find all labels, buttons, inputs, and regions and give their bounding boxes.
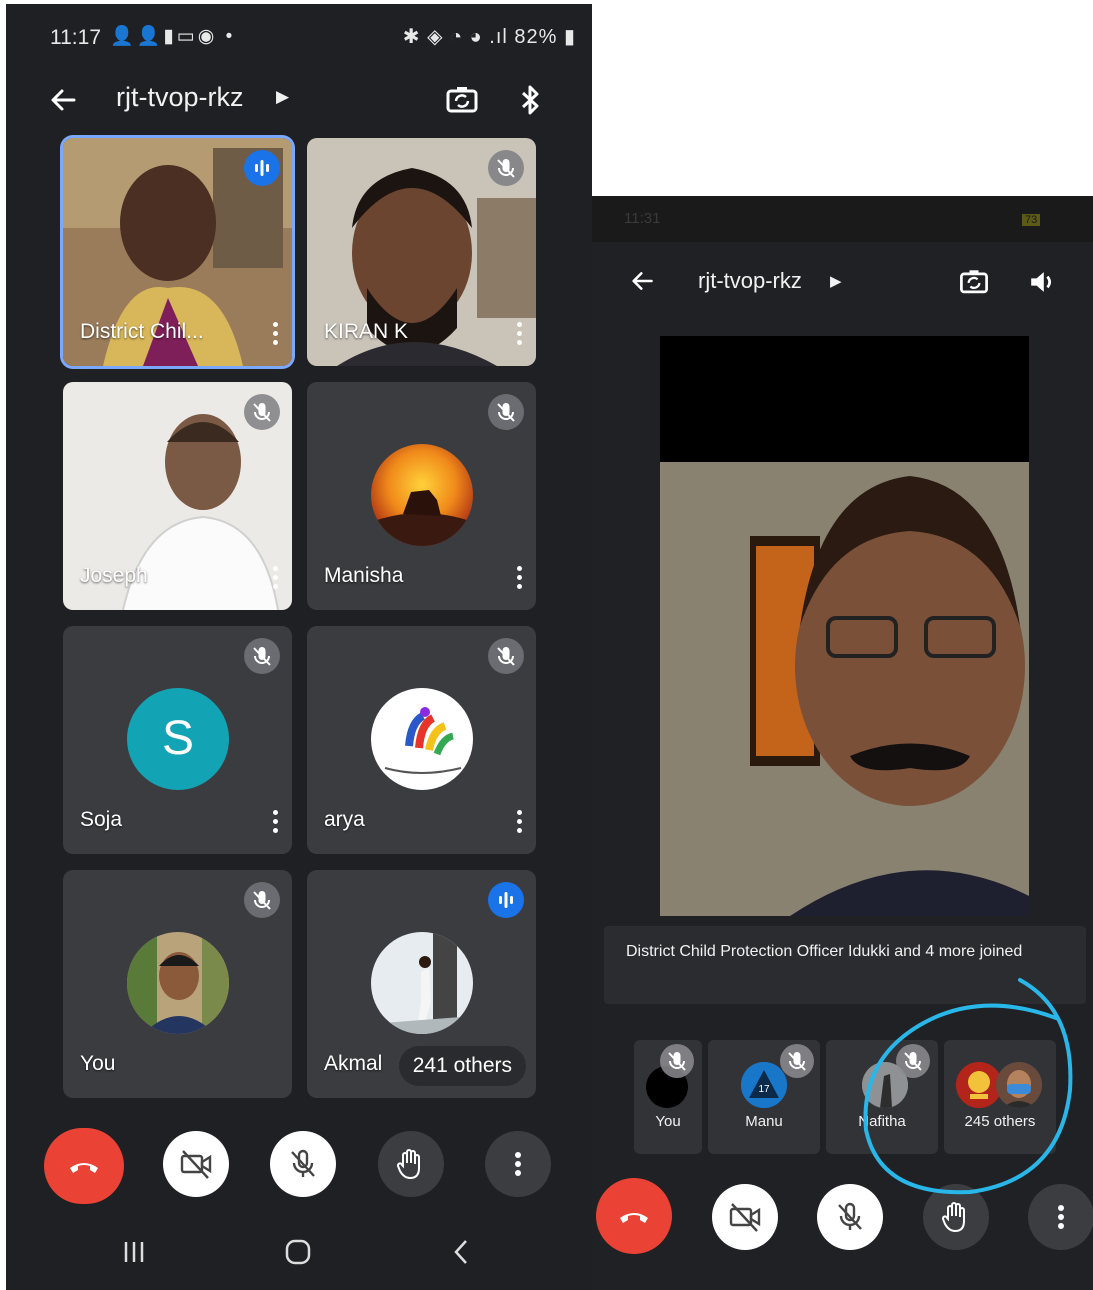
avatar [371, 932, 473, 1034]
more-options-icon[interactable] [514, 322, 524, 348]
switch-camera-icon[interactable] [442, 80, 482, 120]
hang-up-icon [70, 1163, 98, 1173]
participant-name: KIRAN K [324, 320, 409, 343]
status-bar: 11:17 👤👤▮▭◉ • ✱ ◈ ◔ ◕ .ıl 82% ▮ [6, 4, 592, 66]
more-options-button[interactable] [1028, 1184, 1093, 1250]
avatar: S [127, 688, 229, 790]
mic-off-icon [660, 1044, 694, 1078]
notification-text: District Child Protection Officer Idukki… [626, 943, 1023, 960]
main-speaker-video [660, 336, 1029, 916]
home-icon[interactable] [282, 1236, 314, 1268]
participant-tile[interactable]: arya [307, 626, 536, 854]
camera-off-icon [729, 1203, 761, 1232]
mic-off-icon [488, 638, 524, 674]
status-bar: 11:31 73 [592, 196, 1093, 242]
more-options-icon[interactable] [514, 810, 524, 836]
raise-hand-icon [396, 1149, 420, 1180]
mic-off-icon [780, 1044, 814, 1078]
participant-tile[interactable]: S Soja [63, 626, 292, 854]
more-options-icon[interactable] [270, 810, 280, 836]
mic-off-icon [244, 638, 280, 674]
participant-name: Akmal [324, 1052, 383, 1075]
participant-tile[interactable]: Nafitha [826, 1040, 938, 1154]
raise-hand-button[interactable] [923, 1184, 989, 1250]
join-notification: District Child Protection Officer Idukki… [604, 926, 1086, 1004]
more-vert-icon [1058, 1205, 1064, 1229]
mic-off-icon [244, 394, 280, 430]
participant-name: Nafitha [858, 1113, 906, 1130]
participant-tile[interactable]: 17 Manu [708, 1040, 820, 1154]
avatar [371, 688, 473, 790]
participant-tile[interactable]: District Chil... [63, 138, 292, 366]
back-arrow-icon[interactable] [626, 264, 660, 298]
mic-off-icon [291, 1149, 315, 1177]
speaking-indicator-icon [488, 882, 524, 918]
left-screenshot: 11:17 👤👤▮▭◉ • ✱ ◈ ◔ ◕ .ıl 82% ▮ rjt-tvop… [6, 4, 592, 1290]
hang-up-icon [620, 1213, 648, 1223]
more-options-button[interactable] [485, 1131, 551, 1197]
camera-off-icon [180, 1150, 212, 1179]
camera-toggle-button[interactable] [712, 1184, 778, 1250]
status-time: 11:17 [50, 26, 101, 49]
participant-name: 245 others [964, 1113, 1036, 1130]
caret-right-icon[interactable]: ▶ [830, 272, 842, 290]
more-options-icon[interactable] [514, 566, 524, 592]
status-right: ✱ ◈ ◔ ◕ .ıl 82% ▮ [402, 26, 576, 48]
end-call-button[interactable] [44, 1128, 124, 1204]
participant-name: Soja [80, 808, 123, 831]
participant-tile[interactable]: Manisha [307, 382, 536, 610]
participant-name: District Chil... [80, 320, 204, 343]
microphone-toggle-button[interactable] [270, 1131, 336, 1197]
raise-hand-icon [941, 1202, 965, 1233]
participant-tile[interactable]: KIRAN K [307, 138, 536, 366]
more-options-icon[interactable] [270, 566, 280, 592]
avatar [371, 444, 473, 546]
battery-level: 82% [514, 26, 558, 48]
participant-name: You [655, 1113, 681, 1130]
speaker-icon[interactable] [1024, 264, 1060, 300]
mic-off-icon [896, 1044, 930, 1078]
others-count-button[interactable]: 241 others [398, 1046, 526, 1086]
mic-off-icon [838, 1202, 862, 1230]
microphone-toggle-button[interactable] [817, 1184, 883, 1250]
meeting-topbar: rjt-tvop-rkz ▶ [6, 74, 592, 126]
participant-name: Manu [745, 1113, 783, 1130]
avatar [127, 932, 229, 1034]
raise-hand-button[interactable] [378, 1131, 444, 1197]
svg-text:17: 17 [758, 1084, 770, 1095]
recent-apps-icon[interactable] [118, 1236, 150, 1268]
system-nav-bar [6, 1218, 592, 1290]
participant-name: Manisha [324, 564, 404, 587]
avatar [996, 1062, 1042, 1108]
mic-off-icon [488, 150, 524, 186]
participant-tile[interactable]: You [634, 1040, 702, 1154]
right-screenshot: 11:31 73 rjt-tvop-rkz ▶ District Child P… [592, 196, 1093, 1290]
more-vert-icon [515, 1152, 521, 1176]
mic-off-icon [244, 882, 280, 918]
camera-toggle-button[interactable] [163, 1131, 229, 1197]
back-arrow-icon[interactable] [44, 80, 84, 120]
participant-tile[interactable]: Akmal 241 others [307, 870, 536, 1098]
mic-off-icon [488, 394, 524, 430]
end-call-button[interactable] [596, 1178, 672, 1254]
back-nav-icon[interactable] [446, 1236, 478, 1268]
more-options-icon[interactable] [270, 322, 280, 348]
meeting-code[interactable]: rjt-tvop-rkz [116, 82, 244, 113]
participant-tile[interactable]: You [63, 870, 292, 1098]
bluetooth-audio-icon[interactable] [510, 80, 550, 120]
meeting-code[interactable]: rjt-tvop-rkz [698, 268, 802, 294]
others-count-tile[interactable]: 245 others [944, 1040, 1056, 1154]
participant-name: You [80, 1052, 116, 1075]
status-time: 11:31 [624, 210, 661, 227]
speaking-indicator-icon [244, 150, 280, 186]
notification-icons: 👤👤▮▭◉ • [110, 26, 236, 47]
battery-level: 73 [1022, 214, 1041, 226]
switch-camera-icon[interactable] [956, 264, 992, 300]
caret-right-icon[interactable]: ▶ [276, 87, 289, 107]
participant-tile[interactable]: Joseph [63, 382, 292, 610]
participant-name: arya [324, 808, 365, 831]
participant-name: Joseph [80, 564, 148, 587]
